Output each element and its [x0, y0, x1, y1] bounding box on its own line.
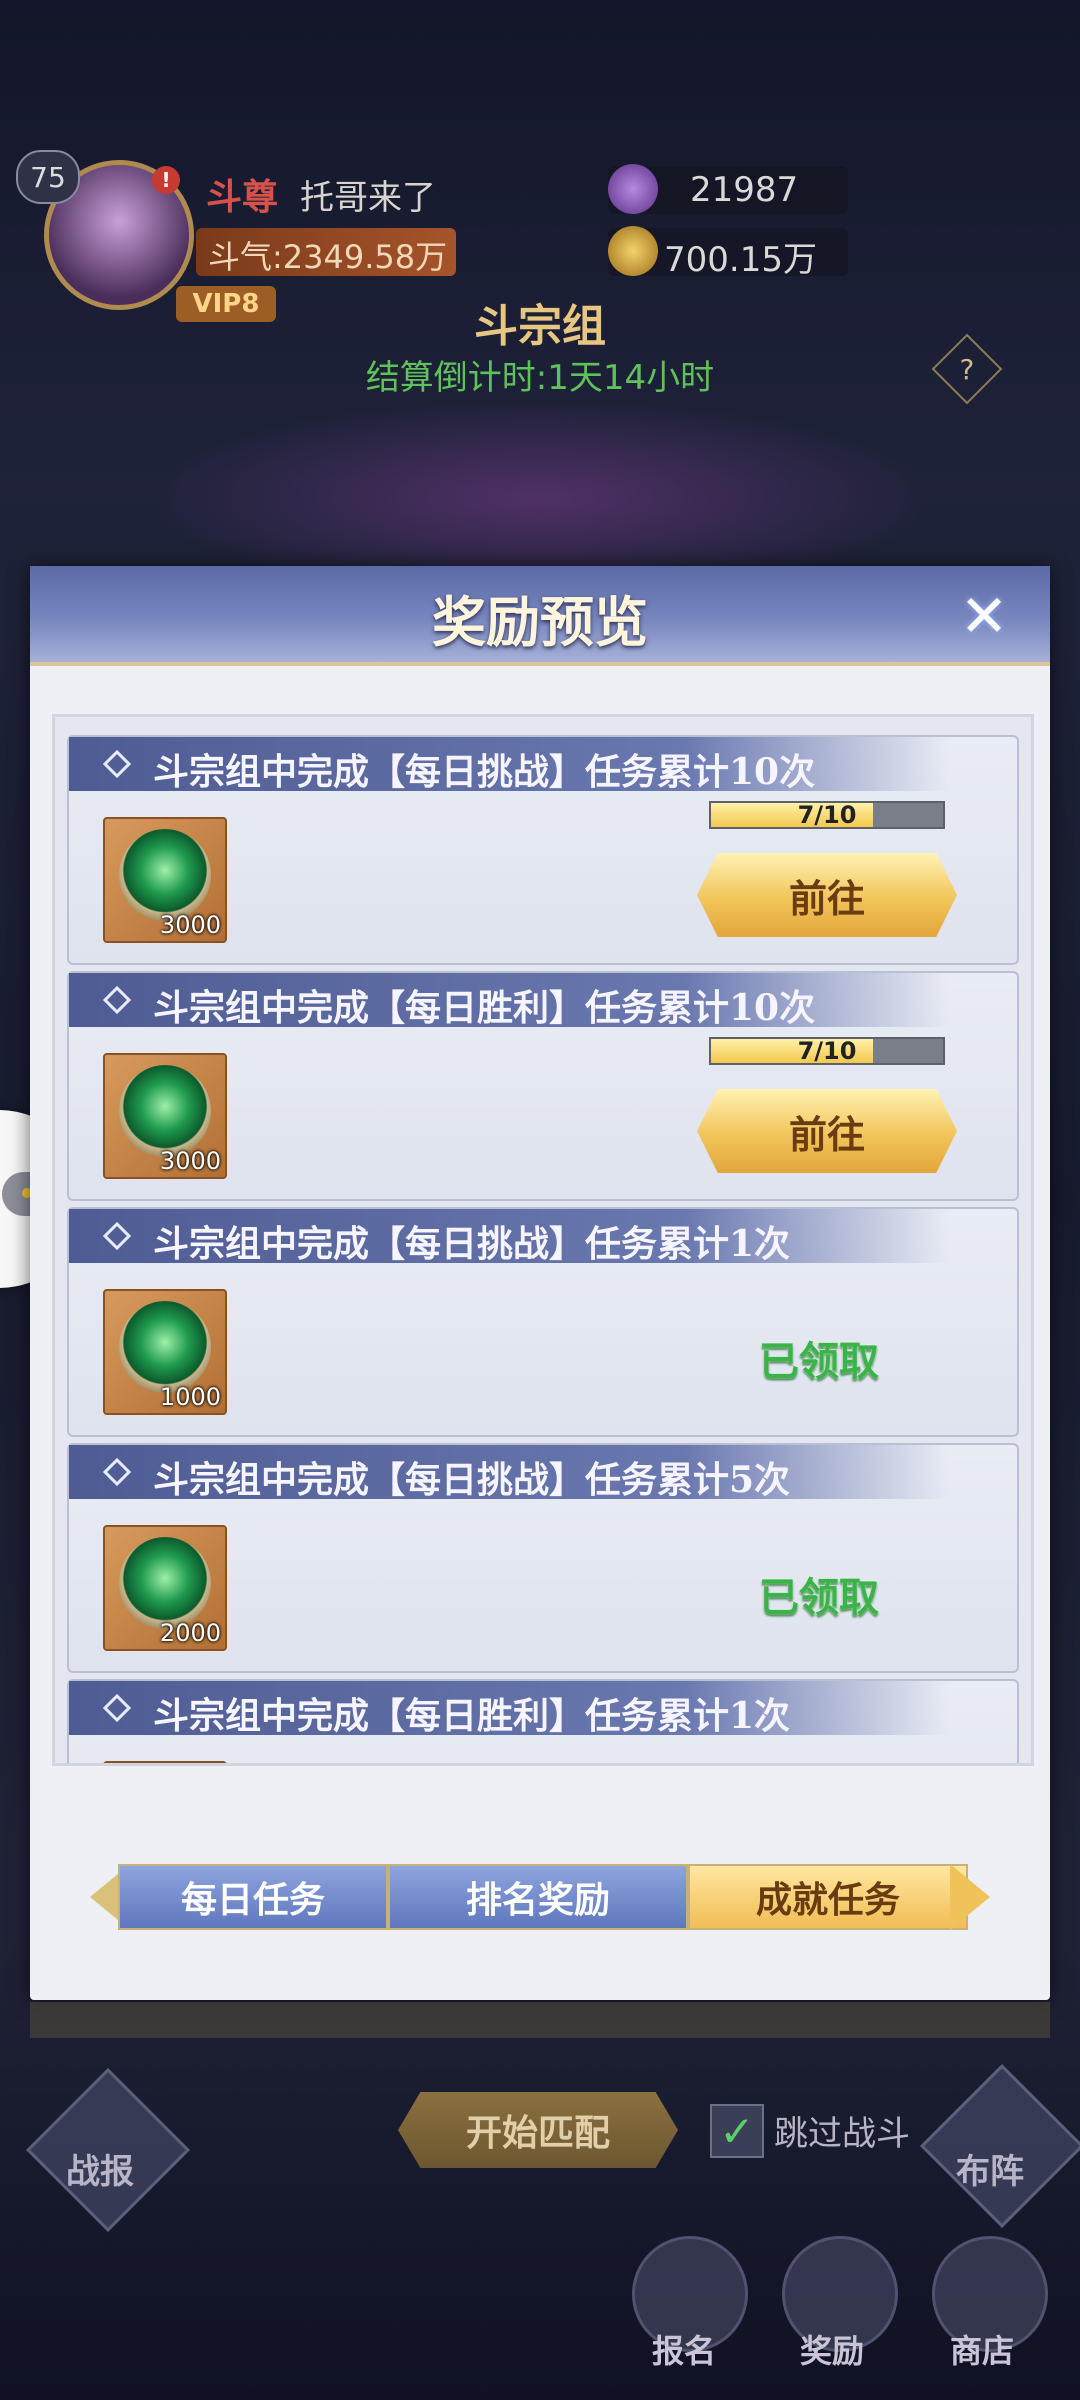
- reward-item[interactable]: 2000: [103, 1525, 227, 1651]
- player-name: 托哥来了: [300, 178, 436, 218]
- task-card: 斗宗组中完成【每日胜利】任务累计10次 3000 7/10 前往: [67, 971, 1019, 1201]
- reward-item[interactable]: 3000: [103, 1053, 227, 1179]
- task-header: 斗宗组中完成【每日胜利】任务累计10次: [69, 973, 949, 1029]
- jade-icon: [119, 1301, 211, 1393]
- skip-battle-checkbox[interactable]: ✓: [710, 2104, 764, 2158]
- reward-preview-dialog: 奖励预览 ✕ 斗宗组中完成【每日挑战】任务累计10次 3000 7/10 前往: [30, 566, 1050, 2000]
- task-title: 斗宗组中完成【每日挑战】任务累计1次: [153, 1223, 791, 1265]
- reward-quantity: 3000: [159, 911, 221, 939]
- reward-quantity: 2000: [159, 1619, 221, 1647]
- task-card: 斗宗组中完成【每日挑战】任务累计5次 2000 已领取: [67, 1443, 1019, 1673]
- task-header: 斗宗组中完成【每日挑战】任务累计1次: [69, 1209, 949, 1265]
- diamond-icon: [102, 985, 132, 1015]
- claimed-status: 已领取: [759, 1574, 879, 1621]
- task-card: 斗宗组中完成【每日胜利】任务累计1次: [67, 1679, 1019, 1763]
- skip-battle-label[interactable]: 跳过战斗: [774, 2106, 910, 2155]
- go-button[interactable]: 前往: [697, 1089, 957, 1173]
- close-button[interactable]: ✕: [954, 582, 1014, 650]
- task-title: 斗宗组中完成【每日胜利】任务累计10次: [153, 987, 816, 1029]
- diamond-icon: [102, 749, 132, 779]
- alert-icon: !: [152, 166, 180, 194]
- tab-right-arrow-icon: [950, 1864, 990, 1930]
- jade-icon: [119, 1537, 211, 1629]
- progress-label: 7/10: [797, 801, 857, 829]
- claimed-status: 已领取: [759, 1338, 879, 1385]
- signup-label[interactable]: 报名: [652, 2326, 716, 2372]
- progress-label: 7/10: [797, 1037, 857, 1065]
- task-progress-bar: 7/10: [709, 1037, 945, 1065]
- task-header: 斗宗组中完成【每日胜利】任务累计1次: [69, 1681, 949, 1737]
- arena-figures: [120, 390, 960, 570]
- task-header: 斗宗组中完成【每日挑战】任务累计5次: [69, 1445, 949, 1501]
- dialog-tabs: 每日任务 排名奖励 成就任务: [90, 1864, 990, 1930]
- task-title: 斗宗组中完成【每日挑战】任务累计5次: [153, 1459, 791, 1501]
- bottom-bar: 战报 开始匹配 ✓ 跳过战斗 布阵 报名 奖励 商店: [0, 2040, 1080, 2400]
- power-value: 斗气:2349.58万: [208, 238, 448, 276]
- rewards-label[interactable]: 奖励: [800, 2326, 864, 2372]
- task-header: 斗宗组中完成【每日挑战】任务累计10次: [69, 737, 949, 793]
- task-list[interactable]: 斗宗组中完成【每日挑战】任务累计10次 3000 7/10 前往 斗宗组中完成【…: [52, 714, 1034, 1766]
- dialog-title: 奖励预览: [432, 590, 648, 654]
- resource-1-value: 21987: [690, 170, 799, 210]
- go-button[interactable]: 前往: [697, 853, 957, 937]
- group-title: 斗宗组: [474, 301, 606, 352]
- gold-coin-icon: [608, 226, 658, 276]
- tab-achievement-tasks[interactable]: 成就任务: [688, 1864, 968, 1930]
- reward-item[interactable]: [103, 1761, 227, 1763]
- tab-daily-tasks[interactable]: 每日任务: [118, 1864, 388, 1930]
- jade-icon: [119, 829, 211, 921]
- top-hud: 75 ! 斗尊 托哥来了 斗气:2349.58万 VIP8 21987 700.…: [0, 0, 1080, 570]
- resource-2-value: 700.15万: [664, 240, 817, 280]
- level-badge: 75: [16, 150, 80, 204]
- shop-label[interactable]: 商店: [950, 2326, 1014, 2372]
- task-progress-bar: 7/10: [709, 801, 945, 829]
- start-match-button[interactable]: 开始匹配: [398, 2092, 678, 2168]
- diamond-icon: [102, 1221, 132, 1251]
- dialog-bottom-strip: [30, 2002, 1050, 2038]
- crystal-icon: [608, 164, 658, 214]
- reward-item[interactable]: 3000: [103, 817, 227, 943]
- task-title: 斗宗组中完成【每日挑战】任务累计10次: [153, 751, 816, 793]
- help-mark: ?: [959, 352, 975, 386]
- diamond-icon: [102, 1457, 132, 1487]
- task-title: 斗宗组中完成【每日胜利】任务累计1次: [153, 1695, 791, 1737]
- task-card: 斗宗组中完成【每日挑战】任务累计10次 3000 7/10 前往: [67, 735, 1019, 965]
- task-card: 斗宗组中完成【每日挑战】任务累计1次 1000 已领取: [67, 1207, 1019, 1437]
- battle-report-label[interactable]: 战报: [66, 2144, 134, 2193]
- jade-icon: [119, 1065, 211, 1157]
- formation-label[interactable]: 布阵: [956, 2144, 1024, 2193]
- dialog-header: 奖励预览 ✕: [30, 566, 1050, 666]
- tab-ranking-rewards[interactable]: 排名奖励: [388, 1864, 688, 1930]
- reward-item[interactable]: 1000: [103, 1289, 227, 1415]
- diamond-icon: [102, 1693, 132, 1723]
- reward-quantity: 3000: [159, 1147, 221, 1175]
- rank-title: 斗尊: [206, 177, 279, 218]
- reward-quantity: 1000: [159, 1383, 221, 1411]
